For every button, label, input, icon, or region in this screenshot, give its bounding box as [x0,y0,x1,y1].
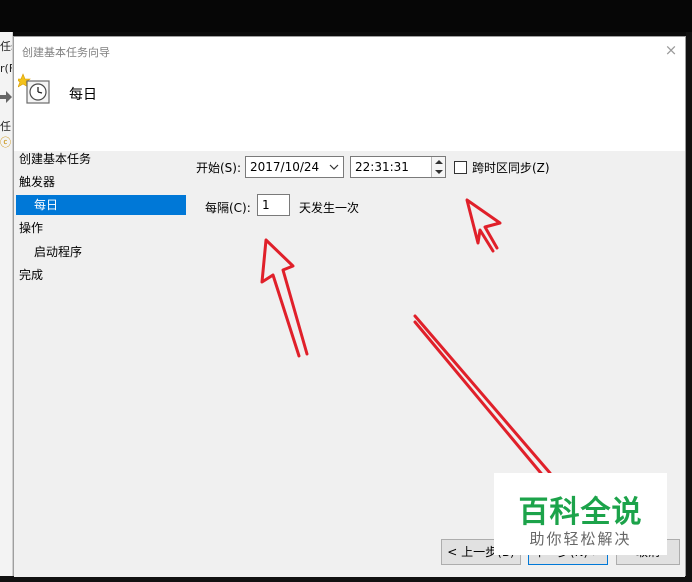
start-date-picker[interactable]: 2017/10/24 [245,156,344,178]
baike-watermark: 百科全说 助你轻松解决 [494,473,667,555]
step-action[interactable]: 操作 [19,218,43,238]
title-bar[interactable]: 创建基本任务向导 × [14,37,685,65]
watermark-slogan: 助你轻松解决 [529,530,632,548]
step-trigger[interactable]: 触发器 [19,172,55,192]
recur-days-input[interactable]: 1 [257,194,290,216]
parent-fragment-2: r(F [0,62,12,75]
start-time-value: 22:31:31 [355,160,409,174]
close-button[interactable]: × [663,42,679,58]
parent-fragment-3: 任 [0,120,11,133]
spin-up-icon[interactable] [435,160,443,164]
recur-every-label: 每隔(C): [205,201,251,215]
spin-down-icon[interactable] [435,170,443,174]
sync-timezones-checkbox[interactable] [454,161,467,174]
parent-window-strip: 任ś r(F 任 ⓒ [0,32,13,576]
arrow-right-icon [0,91,12,103]
recur-suffix-label: 天发生一次 [299,201,360,215]
wizard-steps-nav: 创建基本任务 触发器 每日 操作 启动程序 完成 [14,151,189,577]
top-screen-edge [0,0,692,32]
step-start-program[interactable]: 启动程序 [34,242,82,262]
chevron-down-icon[interactable] [328,157,340,177]
start-time-field[interactable]: 22:31:31 [350,156,446,178]
scheduled-task-clock-icon [18,73,50,104]
sync-timezones-label[interactable]: 跨时区同步(Z) [472,159,550,176]
start-label: 开始(S): [196,161,242,175]
right-screen-edge [686,32,692,582]
step-create-basic-task[interactable]: 创建基本任务 [19,149,91,169]
page-title: 每日 [69,87,97,103]
watermark-logo: 百科全说 [518,495,643,530]
time-spinner[interactable] [431,157,445,177]
parent-fragment-4: ⓒ [0,136,11,149]
step-daily[interactable]: 每日 [16,195,186,215]
window-title: 创建基本任务向导 [22,46,110,59]
step-finish[interactable]: 完成 [19,265,43,285]
parent-fragment-1: 任ś [0,40,12,53]
wizard-header: 每日 [14,65,685,151]
start-date-value: 2017/10/24 [250,160,320,174]
